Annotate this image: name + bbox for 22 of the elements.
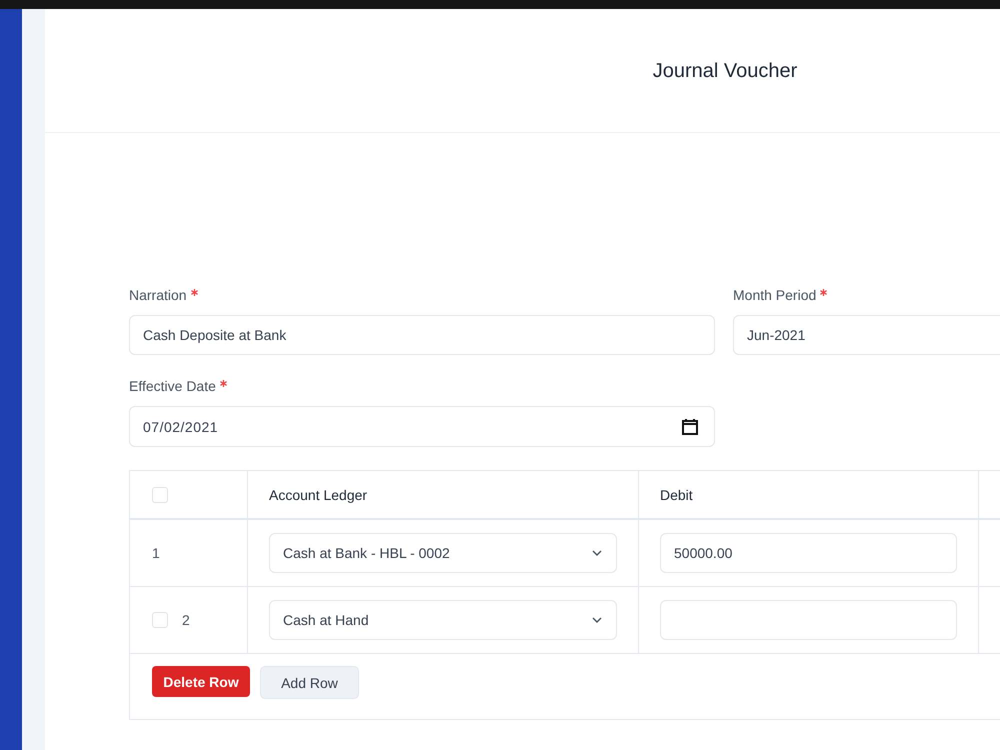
checkbox[interactable] <box>152 486 168 502</box>
column-header: Debit <box>660 486 693 504</box>
account-dropdown[interactable]: Cash at Bank - HBL - 0002 <box>269 533 617 573</box>
text-input[interactable]: Jun-2021 <box>733 315 1000 355</box>
row-number: 2 <box>182 611 190 630</box>
text-input[interactable]: Cash Deposite at Bank <box>129 315 715 355</box>
checkbox[interactable] <box>152 612 168 628</box>
calendar-icon[interactable] <box>682 418 698 435</box>
account-dropdown[interactable]: Cash at Hand <box>269 600 617 640</box>
debit-input[interactable] <box>660 600 957 640</box>
add-row-button[interactable]: Add Row <box>260 666 359 699</box>
row-number: 1 <box>152 544 160 563</box>
chevron-down-icon <box>592 550 602 556</box>
page-title: Journal Voucher <box>652 58 798 84</box>
date-input[interactable]: 07/02/2021 <box>129 406 715 447</box>
field-label: Effective Date <box>129 377 216 396</box>
chevron-down-icon <box>592 617 602 623</box>
delete-row-button[interactable]: Delete Row <box>152 666 250 697</box>
field-label: Month Period <box>733 286 816 305</box>
debit-input[interactable]: 50000.00 <box>660 533 957 573</box>
field-label: Narration <box>129 286 187 305</box>
column-header: Account Ledger <box>269 486 368 504</box>
